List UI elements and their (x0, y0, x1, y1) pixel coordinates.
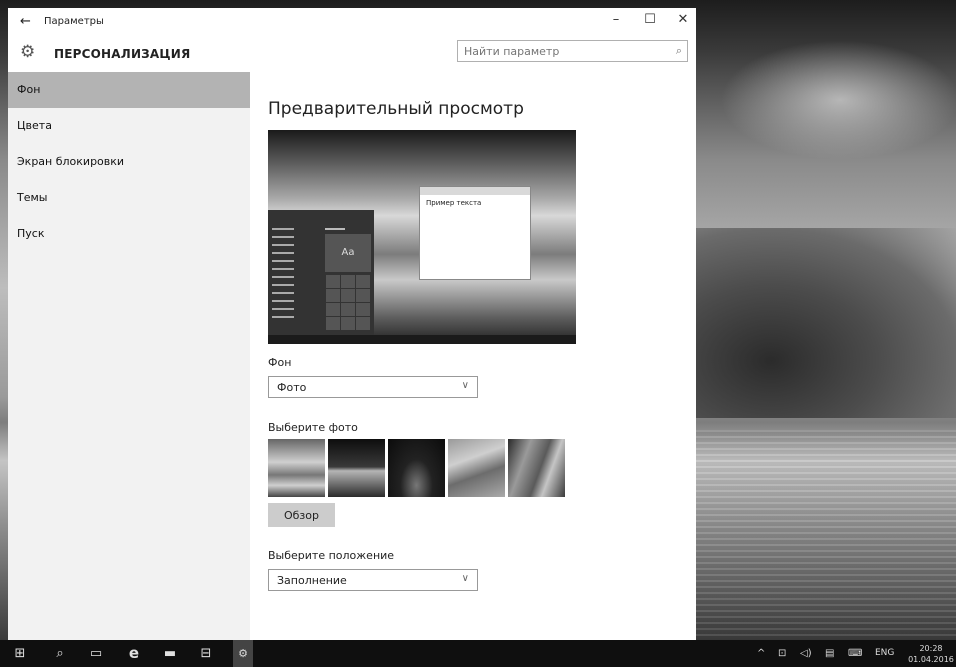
clock-time: 20:28 (919, 644, 943, 653)
wallpaper-water (690, 430, 956, 640)
sidebar-item-lock-screen[interactable]: Экран блокировки (8, 144, 250, 180)
preview-heading: Предварительный просмотр (268, 99, 524, 119)
settings-app-icon[interactable]: ⚙ (233, 640, 253, 667)
photo-thumbnail[interactable] (328, 439, 385, 497)
network-icon[interactable]: ⊡ (778, 640, 786, 667)
photo-thumbnail[interactable] (448, 439, 505, 497)
edge-browser-icon[interactable]: e (122, 640, 146, 667)
sidebar-item-start[interactable]: Пуск (8, 216, 250, 252)
main-content: Предварительный просмотр Aa Пример текст… (250, 72, 696, 640)
search-input[interactable] (464, 43, 660, 59)
show-hidden-icons-chevron-icon[interactable]: ^ (757, 640, 765, 667)
preview-sample-text: Пример текста (426, 199, 482, 207)
desktop-preview: Aa Пример текста (268, 130, 576, 344)
close-button[interactable]: ✕ (671, 12, 695, 32)
photo-thumbnail[interactable] (388, 439, 445, 497)
chevron-down-icon: ∨ (461, 380, 469, 391)
search-icon[interactable]: ⌕ (676, 44, 682, 58)
sidebar: Фон Цвета Экран блокировки Темы Пуск (8, 72, 250, 640)
photo-thumbnail[interactable] (508, 439, 565, 497)
wallpaper-cloud (720, 40, 956, 160)
search-box[interactable]: ⌕ (457, 40, 688, 62)
keyboard-icon[interactable]: ⌨ (848, 640, 862, 667)
chevron-down-icon: ∨ (461, 573, 469, 584)
title-bar: ← Параметры – ☐ ✕ (8, 8, 696, 36)
preview-sample-titlebar (420, 187, 530, 195)
maximize-button[interactable]: ☐ (638, 12, 662, 32)
window-title: Параметры (44, 16, 104, 27)
wallpaper-rock (690, 228, 956, 418)
sidebar-item-colors[interactable]: Цвета (8, 108, 250, 144)
system-clock[interactable]: 20:28 01.04.2016 (908, 643, 954, 665)
preview-start-menu: Aa (268, 210, 374, 335)
settings-window: ← Параметры – ☐ ✕ ⚙ ПЕРСОНАЛИЗАЦИЯ ⌕ Фон… (8, 8, 696, 640)
preview-tile: Aa (325, 234, 371, 272)
taskbar: ⊞ ⌕ ▭ e ▬ ⊟ ⚙ ^ ⊡ ◁) ▤ ⌨ ENG 20:28 01.04… (0, 640, 956, 667)
page-title: ПЕРСОНАЛИЗАЦИЯ (54, 47, 191, 61)
background-label: Фон (268, 356, 292, 369)
minimize-button[interactable]: – (604, 12, 628, 32)
background-dropdown[interactable]: Фото ∨ (268, 376, 478, 398)
action-center-icon[interactable]: ▤ (825, 640, 834, 667)
file-explorer-icon[interactable]: ▬ (160, 640, 180, 667)
preview-taskbar (268, 335, 576, 344)
sidebar-item-themes[interactable]: Темы (8, 180, 250, 216)
preview-tile-grid (325, 274, 371, 330)
search-icon[interactable]: ⌕ (50, 640, 70, 667)
settings-header: ⚙ ПЕРСОНАЛИЗАЦИЯ ⌕ (8, 36, 696, 72)
position-dropdown[interactable]: Заполнение ∨ (268, 569, 478, 591)
browse-button[interactable]: Обзор (268, 503, 335, 527)
task-view-icon[interactable]: ▭ (86, 640, 106, 667)
photo-thumbnail[interactable] (268, 439, 325, 497)
preview-sample-window: Пример текста (419, 186, 531, 280)
choose-photo-label: Выберите фото (268, 421, 358, 434)
preview-tile-divider (325, 228, 345, 230)
position-dropdown-value: Заполнение (277, 574, 347, 587)
photo-thumbnails (268, 439, 568, 497)
position-label: Выберите положение (268, 549, 395, 562)
preview-menu-lines (272, 228, 294, 318)
clock-date: 01.04.2016 (908, 655, 954, 664)
background-dropdown-value: Фото (277, 381, 307, 394)
store-icon[interactable]: ⊟ (196, 640, 216, 667)
gear-icon: ⚙ (20, 42, 36, 62)
sidebar-item-background[interactable]: Фон (8, 72, 250, 108)
language-indicator[interactable]: ENG (875, 640, 894, 667)
volume-icon[interactable]: ◁) (800, 640, 812, 667)
start-windows-icon[interactable]: ⊞ (10, 640, 30, 667)
back-arrow-icon[interactable]: ← (20, 14, 31, 29)
